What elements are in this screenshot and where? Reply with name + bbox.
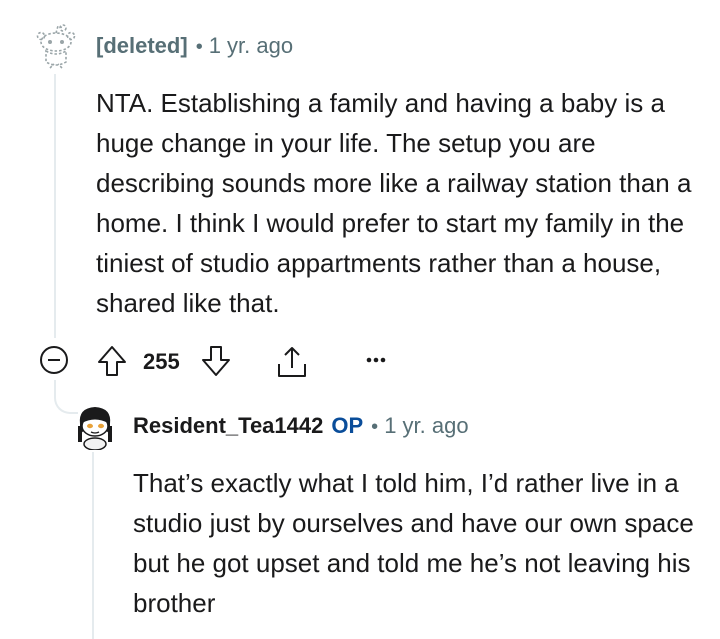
share-icon[interactable] — [274, 344, 310, 380]
reply-author[interactable]: Resident_Tea1442 — [133, 413, 323, 438]
comment-body: NTA. Establishing a family and having a … — [96, 88, 692, 318]
downvote-arrow-icon[interactable] — [200, 344, 232, 378]
minus-circle-icon[interactable] — [40, 346, 68, 374]
reply-thread-line[interactable] — [92, 452, 94, 639]
reply-timestamp[interactable]: 1 yr. ago — [384, 413, 468, 438]
reply-meta: Resident_Tea1442 OP • 1 yr. ago — [133, 412, 469, 441]
reply-body: That’s exactly what I told him, I’d rath… — [133, 468, 694, 618]
upvote-arrow-icon[interactable] — [96, 344, 128, 378]
vote-score: 255 — [143, 349, 180, 374]
meta-separator: • — [195, 36, 203, 58]
comment-author[interactable]: [deleted] — [96, 33, 188, 58]
op-badge: OP — [331, 413, 364, 438]
thread-line[interactable] — [54, 74, 56, 338]
comment-thread: [deleted] • 1 yr. ago NTA. Establishing a … — [0, 0, 720, 639]
meta-separator: • — [371, 416, 379, 438]
comment-meta: [deleted] • 1 yr. ago — [96, 32, 293, 61]
more-dots-icon[interactable] — [362, 350, 390, 370]
deleted-user-avatar-icon[interactable] — [36, 24, 76, 70]
comment-timestamp[interactable]: 1 yr. ago — [209, 33, 293, 58]
user-avatar-icon[interactable] — [74, 402, 116, 451]
